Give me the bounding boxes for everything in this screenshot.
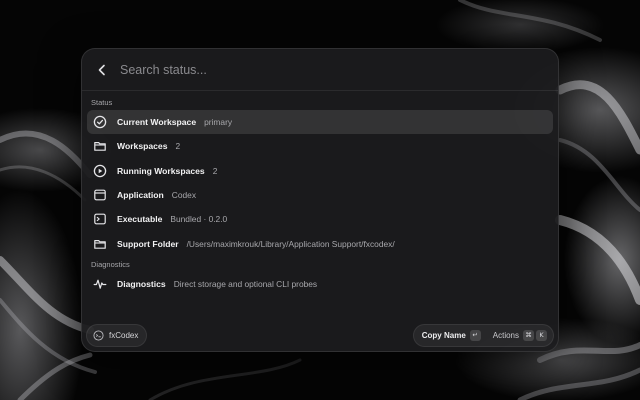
actions-button[interactable]: Actions ⌘ K xyxy=(481,329,547,341)
folder-icon xyxy=(92,236,108,252)
list-item-title: Application xyxy=(117,190,164,201)
actions-bar: Copy Name ↵ Actions ⌘ K xyxy=(412,323,554,347)
window-icon xyxy=(92,187,108,203)
list-item-title: Support Folder xyxy=(117,238,179,249)
list-item-running-workspaces[interactable]: Running Workspaces 2 xyxy=(87,159,553,183)
list-item-workspaces[interactable]: Workspaces 2 xyxy=(87,134,553,158)
list-item-title: Current Workspace xyxy=(117,117,197,128)
copy-name-label: Copy Name xyxy=(421,330,466,340)
list-item-executable[interactable]: Executable Bundled · 0.2.0 xyxy=(87,207,553,231)
list-item-subtitle: 2 xyxy=(212,165,218,176)
chevron-left-icon xyxy=(98,64,105,75)
list-item-subtitle: 2 xyxy=(175,141,181,152)
return-key-hint: ↵ xyxy=(469,329,481,341)
list-item-subtitle: Direct storage and optional CLI probes xyxy=(173,278,318,289)
list-item-title: Executable xyxy=(117,214,163,225)
list-item-application[interactable]: Application Codex xyxy=(87,183,553,207)
command-palette: Status Current Workspace primary Workspa… xyxy=(81,48,559,352)
app-logo-icon xyxy=(93,329,104,341)
play-circle-icon xyxy=(92,163,108,179)
app-name: fxCodex xyxy=(109,330,139,340)
list-item-title: Running Workspaces xyxy=(117,165,205,176)
list-item-subtitle: Bundled · 0.2.0 xyxy=(170,214,228,225)
terminal-icon xyxy=(92,211,108,227)
app-switcher-button[interactable]: fxCodex xyxy=(86,323,148,347)
check-circle-icon xyxy=(92,114,108,130)
list-item-title: Workspaces xyxy=(117,141,168,152)
list-item-subtitle: primary xyxy=(204,117,233,128)
waveform-icon xyxy=(92,276,108,292)
list-item-title: Diagnostics xyxy=(117,278,166,289)
list-item-subtitle: Codex xyxy=(171,190,197,201)
status-list: Current Workspace primary Workspaces 2 R… xyxy=(82,110,558,256)
actions-label: Actions xyxy=(492,330,519,340)
list-item-current-workspace[interactable]: Current Workspace primary xyxy=(87,110,553,135)
section-label-diagnostics: Diagnostics xyxy=(91,259,130,269)
list-item-support-folder[interactable]: Support Folder /Users/maximkrouk/Library… xyxy=(87,231,553,255)
diagnostics-list: Diagnostics Direct storage and optional … xyxy=(82,272,558,296)
footer-bar: fxCodex Copy Name ↵ Actions ⌘ K xyxy=(82,319,558,351)
back-button[interactable] xyxy=(92,60,112,80)
command-key-hint: ⌘ xyxy=(523,329,534,341)
search-input[interactable] xyxy=(120,62,548,77)
search-bar xyxy=(82,49,558,91)
folder-icon xyxy=(92,138,108,154)
list-item-subtitle: /Users/maximkrouk/Library/Application Su… xyxy=(186,238,395,249)
section-label-status: Status xyxy=(91,98,113,107)
list-item-diagnostics[interactable]: Diagnostics Direct storage and optional … xyxy=(87,272,553,296)
k-key-hint: K xyxy=(536,329,547,341)
copy-name-button[interactable]: Copy Name ↵ xyxy=(421,329,481,341)
